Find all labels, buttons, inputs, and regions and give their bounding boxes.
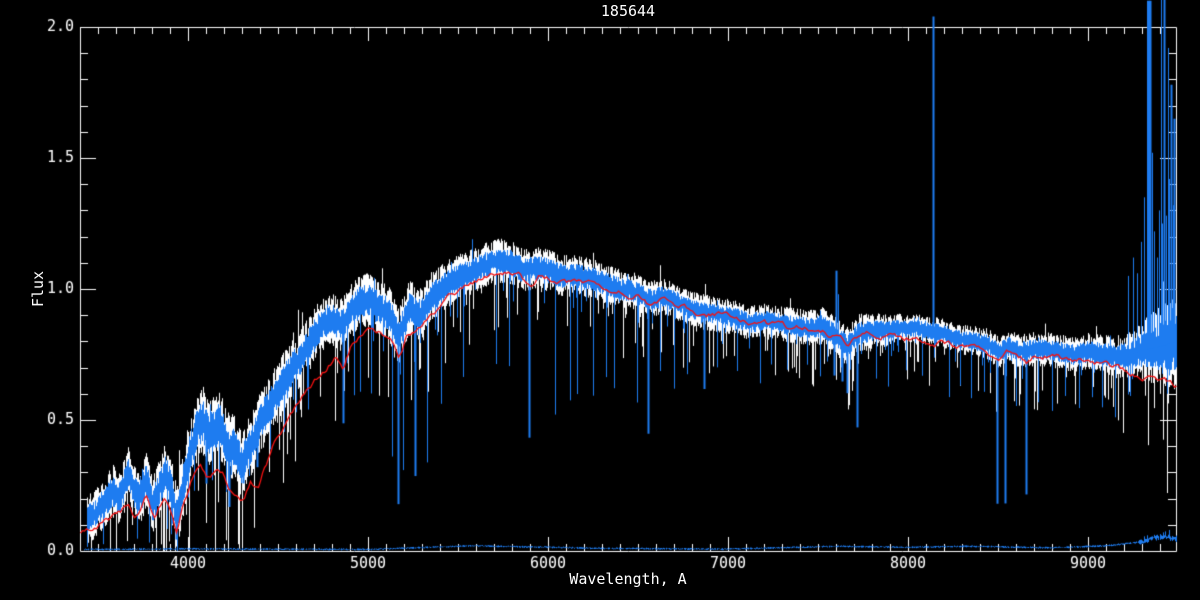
spectrum-plot-canvas [0,0,1200,600]
chart-title: 185644 [600,2,656,20]
y-axis-label: Flux [29,270,47,308]
x-axis-label: Wavelength, A [569,570,687,588]
spectrum-chart: 185644 Wavelength, A Flux [0,0,1200,600]
